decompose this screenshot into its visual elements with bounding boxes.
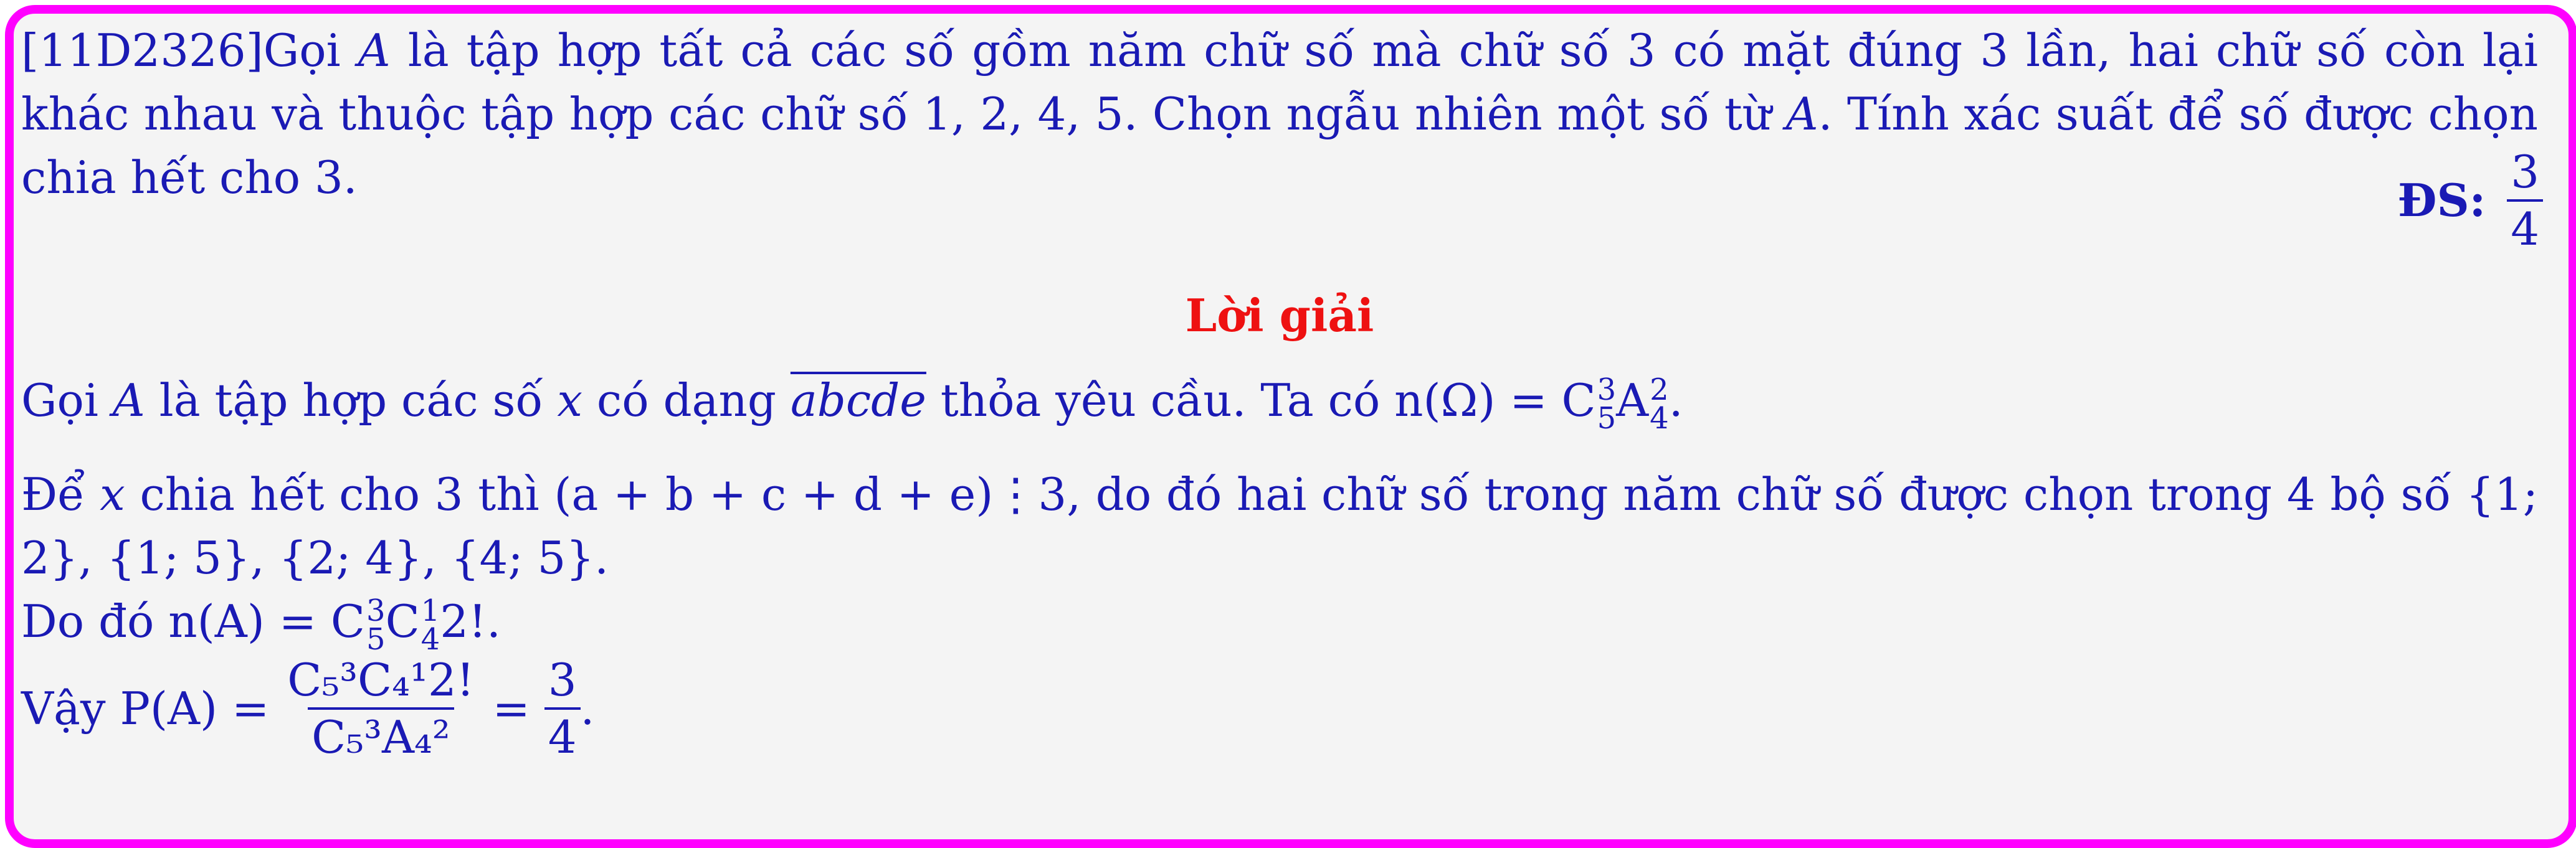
answer-denominator: 4 xyxy=(2507,199,2543,252)
s1-c-scripts: 35 xyxy=(1597,372,1617,436)
s1-b: là tập hợp các số xyxy=(159,374,543,426)
result-fraction: 3 4 xyxy=(544,657,581,760)
problem-statement: [11D2326]Gọi A là tập hợp tất cả các số … xyxy=(21,19,2543,252)
result-denominator: 4 xyxy=(544,707,581,760)
answer-numerator: 3 xyxy=(2511,146,2539,198)
result-numerator: 3 xyxy=(548,654,577,706)
solution-line-4: Vậy P(A) = C₅³C₄¹2! C₅³A₄² = 3 4 . xyxy=(21,657,2538,760)
s1-c: có dạng xyxy=(596,374,776,426)
probability-numerator: C₅³C₄¹2! xyxy=(287,654,475,706)
s3-b: C xyxy=(385,595,420,648)
s4-end: . xyxy=(580,682,595,735)
set-a-2: A xyxy=(1785,88,1818,140)
problem-id: [11D2326] xyxy=(21,24,264,77)
content: [11D2326]Gọi A là tập hợp tất cả các số … xyxy=(21,19,2543,760)
s4-eq: = xyxy=(492,682,530,735)
s1-e: A xyxy=(1616,374,1649,426)
s3-c: 2!. xyxy=(440,595,501,648)
set-a: A xyxy=(358,24,391,77)
problem-text-a: Gọi xyxy=(263,24,341,77)
answer-fraction: 3 4 xyxy=(2507,149,2543,252)
solution-line-2: Để x chia hết cho 3 thì (a + b + c + d +… xyxy=(21,463,2538,590)
solution-heading: Lời giải xyxy=(1185,289,1374,342)
solution-line-3: Do đó n(A) = C 3 5 C 1 4 2!. xyxy=(21,590,2538,654)
s2-b: chia hết cho 3 thì (a + b + c + d + e)⋮3… xyxy=(21,468,2539,584)
s1-x: x xyxy=(557,374,583,426)
s1-a: Gọi xyxy=(21,374,98,426)
probability-fraction: C₅³C₄¹2! C₅³A₄² xyxy=(283,657,478,760)
s2-x: x xyxy=(100,468,125,521)
answer-label: ĐS: xyxy=(2397,174,2486,227)
s1-abcde: abcde xyxy=(790,374,926,426)
s4-a: Vậy P(A) = xyxy=(21,682,270,735)
s1-d: thỏa yêu cầu. Ta có n(Ω) = C xyxy=(940,374,1596,426)
solution-line-1: Gọi A là tập hợp các số x có dạng abcde … xyxy=(21,372,1683,436)
s1-a-scripts: 24 xyxy=(1650,372,1669,436)
answer: ĐS: 3 4 xyxy=(2398,149,2543,252)
s3-c2-scripts: 14 xyxy=(421,593,440,657)
probability-denominator: C₅³A₄² xyxy=(308,707,454,760)
s3-c-scripts: 35 xyxy=(366,593,386,657)
s1-set: A xyxy=(112,374,145,426)
s3-a: Do đó n(A) = C xyxy=(21,595,366,648)
s2-a: Để xyxy=(21,468,85,521)
